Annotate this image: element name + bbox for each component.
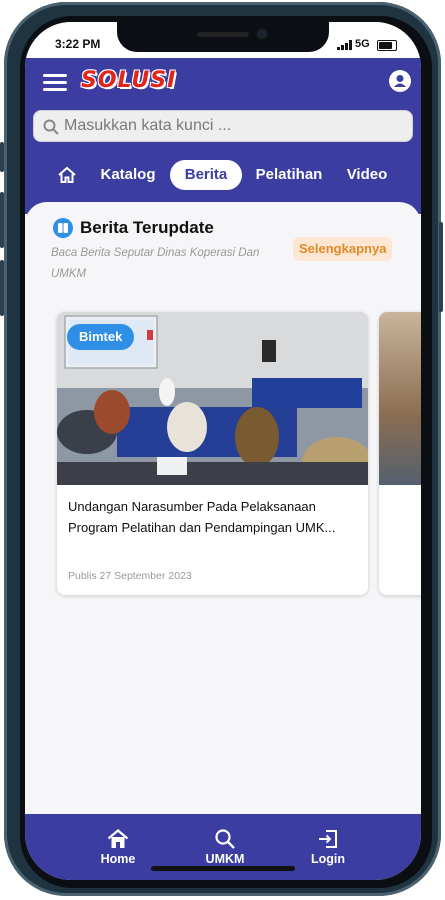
news-title: Undangan Narasumber Pada Pelaksanaan Pro… [68, 499, 336, 535]
hamburger-menu-icon[interactable] [43, 74, 67, 92]
app-logo: SOLUSI [81, 65, 177, 99]
section-subtitle: Baca Berita Seputar Dinas Koperasi Dan U… [51, 247, 260, 280]
notch [117, 22, 329, 52]
nav-umkm-label: UMKM [205, 852, 245, 866]
front-camera [257, 29, 267, 39]
user-profile-icon[interactable] [389, 70, 411, 92]
battery-icon [377, 40, 397, 51]
screen: 3:22 PM 5G SOLUSI Masukkan kata kunci ..… [25, 22, 421, 880]
section-title: Berita Terupdate [80, 218, 214, 237]
tab-katalog[interactable]: Katalog [99, 160, 157, 190]
home-indicator [151, 866, 295, 871]
tab-video[interactable]: Video [341, 160, 393, 190]
nav-login-label: Login [310, 852, 345, 866]
nav-login[interactable]: Login [293, 814, 363, 880]
signal-icon [337, 40, 352, 50]
home-icon [107, 829, 129, 848]
volume-up-button [0, 192, 4, 248]
logo-text: SOLUSI [81, 68, 177, 93]
category-badge: Bimtek [67, 324, 135, 350]
volume-down-button [0, 260, 4, 316]
news-card-partial[interactable] [379, 312, 421, 595]
status-bar: 3:22 PM 5G [25, 22, 421, 58]
news-card[interactable]: Bimtek Undangan Narasumber Pada Pelaksan… [57, 312, 368, 595]
side-button [0, 142, 4, 172]
home-icon[interactable] [57, 165, 77, 185]
nav-home[interactable]: Home [83, 814, 153, 880]
see-more-button[interactable]: Selengkapnya [293, 237, 393, 261]
speaker [197, 32, 249, 37]
news-photo-partial [379, 312, 421, 485]
category-tabs: Katalog Berita Pelatihan Video [25, 160, 421, 194]
search-bar[interactable] [33, 110, 413, 142]
news-date: Publis 27 September 2023 [68, 570, 192, 582]
book-icon [53, 218, 73, 238]
nav-home-label: Home [100, 852, 136, 866]
search-icon [215, 829, 235, 849]
network-label: 5G [355, 38, 370, 50]
status-time: 3:22 PM [55, 37, 101, 51]
main-content: Berita Terupdate Baca Berita Seputar Din… [25, 202, 421, 814]
tab-berita[interactable]: Berita [170, 160, 242, 190]
app-header: SOLUSI Katalog Berita Pelatihan Video [25, 58, 421, 214]
login-icon [319, 830, 337, 848]
search-input[interactable] [64, 111, 404, 141]
search-icon [43, 119, 59, 135]
tab-pelatihan[interactable]: Pelatihan [253, 160, 325, 190]
power-button [439, 222, 443, 312]
